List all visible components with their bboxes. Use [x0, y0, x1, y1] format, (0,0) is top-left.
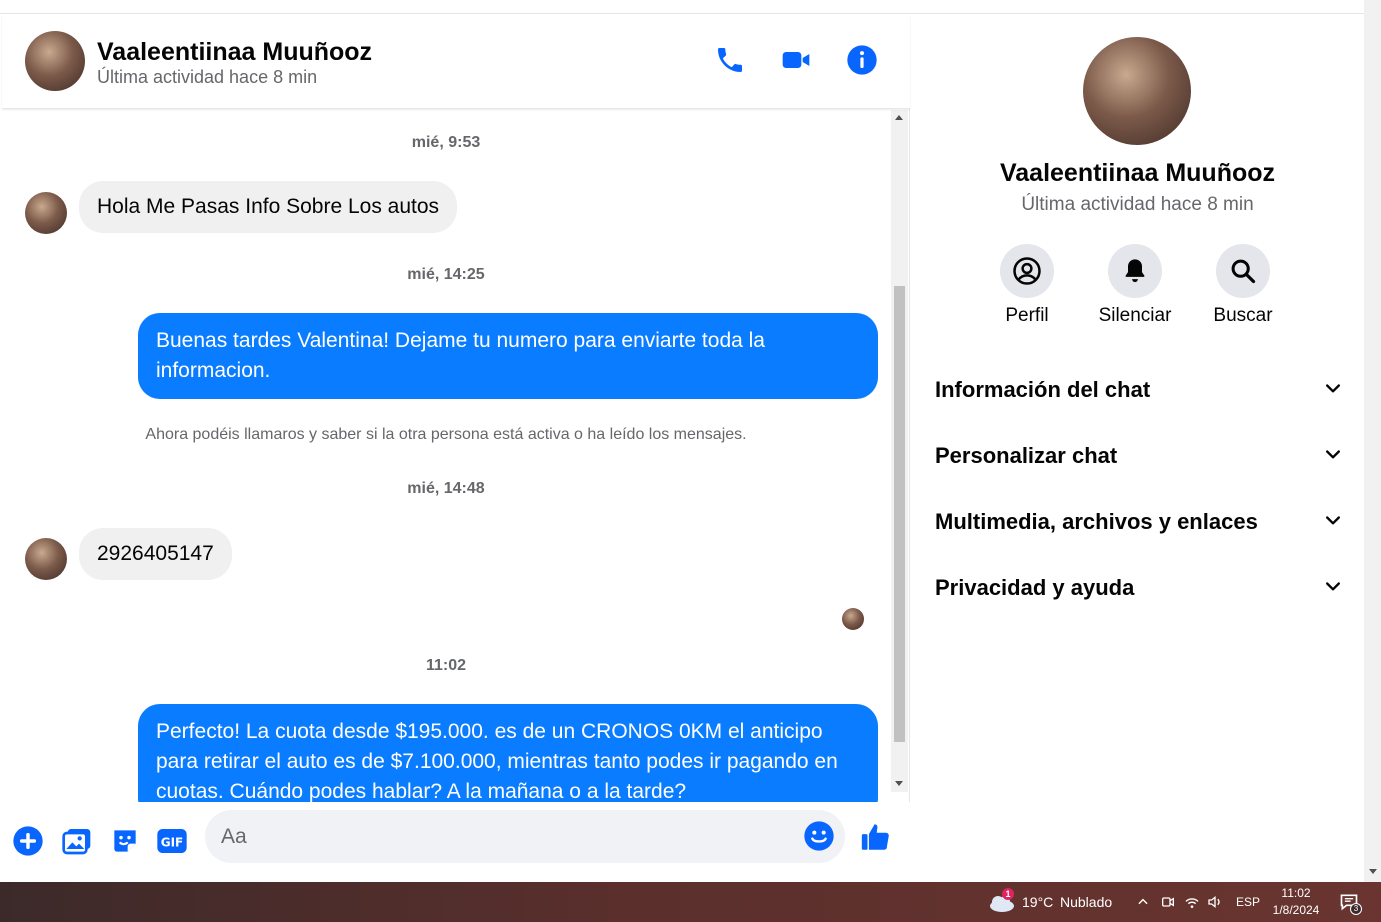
composer: GIF — [2, 802, 910, 882]
seen-receipt-avatar — [842, 608, 864, 630]
outgoing-message[interactable]: Perfecto! La cuota desde $195.000. es de… — [138, 704, 878, 802]
svg-text:GIF: GIF — [161, 835, 184, 849]
contact-name[interactable]: Vaaleentiinaa Muuñooz — [97, 38, 372, 67]
profile-name: Vaaleentiinaa Muuñooz — [999, 159, 1276, 187]
timestamp: mié, 14:25 — [407, 266, 485, 283]
incoming-message[interactable]: 2926405147 — [79, 528, 232, 580]
info-icon[interactable] — [844, 42, 880, 78]
photo-icon[interactable] — [60, 824, 94, 858]
sender-avatar[interactable] — [25, 192, 67, 234]
outgoing-message[interactable]: Buenas tardes Valentina! Dejame tu numer… — [138, 313, 878, 399]
timestamp: mié, 14:48 — [407, 480, 485, 497]
notification-count-badge: 3 — [1350, 903, 1362, 915]
chat-pane: Vaaleentiinaa Muuñooz Última actividad h… — [2, 14, 910, 882]
clock-time[interactable]: 11:02 — [1281, 886, 1311, 900]
gif-icon[interactable]: GIF — [155, 824, 189, 858]
section-media-files-links[interactable]: Multimedia, archivos y enlaces — [935, 497, 1343, 547]
volume-icon[interactable] — [1207, 894, 1223, 915]
wifi-icon[interactable] — [1184, 894, 1200, 915]
scroll-down-arrow[interactable] — [895, 781, 903, 786]
profile-avatar[interactable] — [1083, 37, 1191, 145]
scroll-thumb[interactable] — [894, 286, 905, 742]
scroll-down-arrow[interactable] — [1369, 869, 1377, 874]
message-input-wrapper — [205, 810, 845, 863]
incoming-message[interactable]: Hola Me Pasas Info Sobre Los autos — [79, 181, 458, 233]
bell-icon — [1108, 244, 1162, 298]
chevron-down-icon — [1323, 576, 1343, 601]
meet-icon[interactable] — [1160, 894, 1176, 915]
section-privacy-help[interactable]: Privacidad y ayuda — [935, 563, 1343, 613]
mute-button[interactable]: Silenciar — [1090, 244, 1180, 327]
contact-avatar[interactable] — [25, 31, 85, 91]
phone-call-icon[interactable] — [712, 42, 748, 78]
chevron-down-icon — [1323, 378, 1343, 403]
emoji-icon[interactable] — [803, 820, 835, 852]
timestamp: mié, 9:53 — [411, 134, 481, 151]
section-label: Información del chat — [935, 377, 1151, 402]
chat-info-pane: Vaaleentiinaa Muuñooz Última actividad h… — [911, 14, 1364, 882]
section-customize-chat[interactable]: Personalizar chat — [935, 431, 1343, 481]
messenger-window: Vaaleentiinaa Muuñooz Última actividad h… — [0, 0, 1381, 922]
weather-desc[interactable]: Nublado — [1060, 894, 1112, 910]
weather-temp[interactable]: 19°C — [1022, 894, 1053, 910]
timestamp: 11:02 — [425, 657, 467, 674]
sender-avatar[interactable] — [25, 538, 67, 580]
language-indicator[interactable]: ESP — [1236, 895, 1260, 909]
user-circle-icon — [1000, 244, 1054, 298]
mute-label: Silenciar — [1098, 305, 1172, 326]
profile-label: Perfil — [1005, 305, 1049, 326]
search-button[interactable]: Buscar — [1198, 244, 1288, 327]
message-scrollbar[interactable] — [891, 110, 908, 792]
section-chat-info[interactable]: Información del chat — [935, 365, 1343, 415]
weather-alert-badge: 1 — [1002, 888, 1014, 900]
clock-date[interactable]: 1/8/2024 — [1271, 903, 1321, 917]
page-scrollbar[interactable] — [1364, 0, 1381, 882]
chat-header: Vaaleentiinaa Muuñooz Última actividad h… — [2, 14, 910, 109]
search-label: Buscar — [1213, 305, 1273, 326]
system-notice: Ahora podéis llamaros y saber si la otra… — [145, 426, 747, 443]
section-label: Personalizar chat — [935, 443, 1118, 468]
chevron-up-icon[interactable] — [1136, 895, 1150, 914]
section-label: Multimedia, archivos y enlaces — [935, 509, 1258, 534]
profile-status: Última actividad hace 8 min — [1021, 194, 1254, 215]
message-input[interactable] — [221, 810, 781, 863]
plus-icon[interactable] — [11, 824, 45, 858]
scroll-up-arrow[interactable] — [895, 115, 903, 120]
profile-button[interactable]: Perfil — [982, 244, 1072, 327]
contact-status: Última actividad hace 8 min — [97, 67, 318, 87]
windows-taskbar: 1 19°C Nublado ESP 11:02 1/8/2024 3 — [0, 882, 1381, 922]
section-label: Privacidad y ayuda — [935, 575, 1135, 600]
sticker-icon[interactable] — [108, 824, 142, 858]
top-strip — [0, 0, 1364, 14]
message-list[interactable]: mié, 9:53 Hola Me Pasas Info Sobre Los a… — [2, 110, 890, 802]
chevron-down-icon — [1323, 444, 1343, 469]
search-icon — [1216, 244, 1270, 298]
thumbs-up-icon[interactable] — [859, 820, 893, 854]
video-call-icon[interactable] — [778, 42, 814, 78]
chevron-down-icon — [1323, 510, 1343, 535]
